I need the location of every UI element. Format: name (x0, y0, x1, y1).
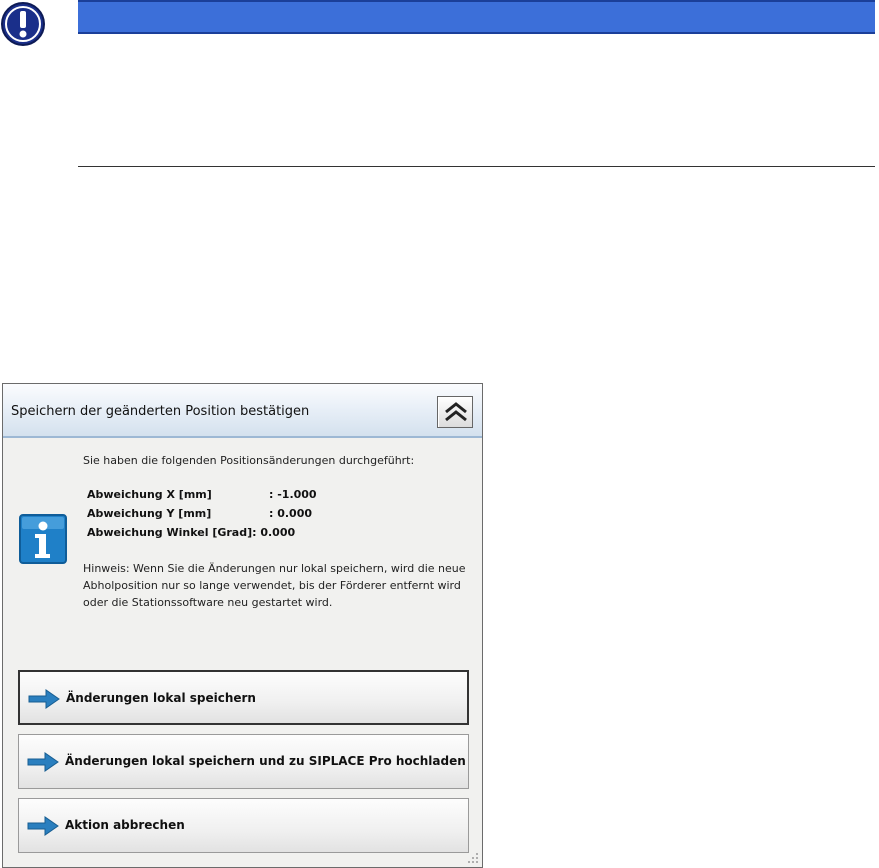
cancel-action-label: Aktion abbrechen (65, 818, 185, 832)
arrow-right-icon (27, 816, 59, 836)
dialog-titlebar: Speichern der geänderten Position bestät… (3, 384, 482, 438)
arrow-right-icon (27, 752, 59, 772)
deviation-label: Abweichung Winkel [Grad] (87, 526, 253, 539)
intro-text: Sie haben die folgenden Positionsänderun… (83, 454, 415, 467)
info-icon (19, 514, 67, 564)
save-local-button[interactable]: Änderungen lokal speichern (18, 670, 469, 725)
warning-header-bar (78, 0, 875, 34)
save-local-label: Änderungen lokal speichern (66, 691, 256, 705)
deviation-row-angle: Abweichung Winkel [Grad]: 0.000 (87, 526, 295, 539)
deviation-row-x: Abweichung X [mm] : -1.000 (87, 488, 317, 501)
deviation-label: Abweichung X [mm] (87, 488, 212, 501)
resize-grip-icon[interactable] (460, 851, 480, 865)
save-upload-button[interactable]: Änderungen lokal speichern und zu SIPLAC… (18, 734, 469, 789)
warning-divider-line (78, 166, 875, 167)
deviation-value: : 0.000 (252, 526, 296, 539)
arrow-right-icon (28, 689, 60, 709)
deviation-label: Abweichung Y [mm] (87, 507, 212, 520)
deviation-row-y: Abweichung Y [mm] : 0.000 (87, 507, 312, 520)
deviation-value: : -1.000 (269, 488, 317, 501)
deviation-value: : 0.000 (269, 507, 313, 520)
warning-exclamation-icon (1, 2, 45, 46)
collapse-button[interactable] (437, 396, 473, 428)
hint-text: Hinweis: Wenn Sie die Änderungen nur lok… (83, 562, 466, 609)
cancel-action-button[interactable]: Aktion abbrechen (18, 798, 469, 853)
save-upload-label: Änderungen lokal speichern und zu SIPLAC… (65, 754, 466, 768)
dialog-title: Speichern der geänderten Position bestät… (11, 404, 310, 419)
double-chevron-up-icon (445, 402, 467, 422)
confirm-save-position-dialog: Speichern der geänderten Position bestät… (2, 383, 483, 868)
